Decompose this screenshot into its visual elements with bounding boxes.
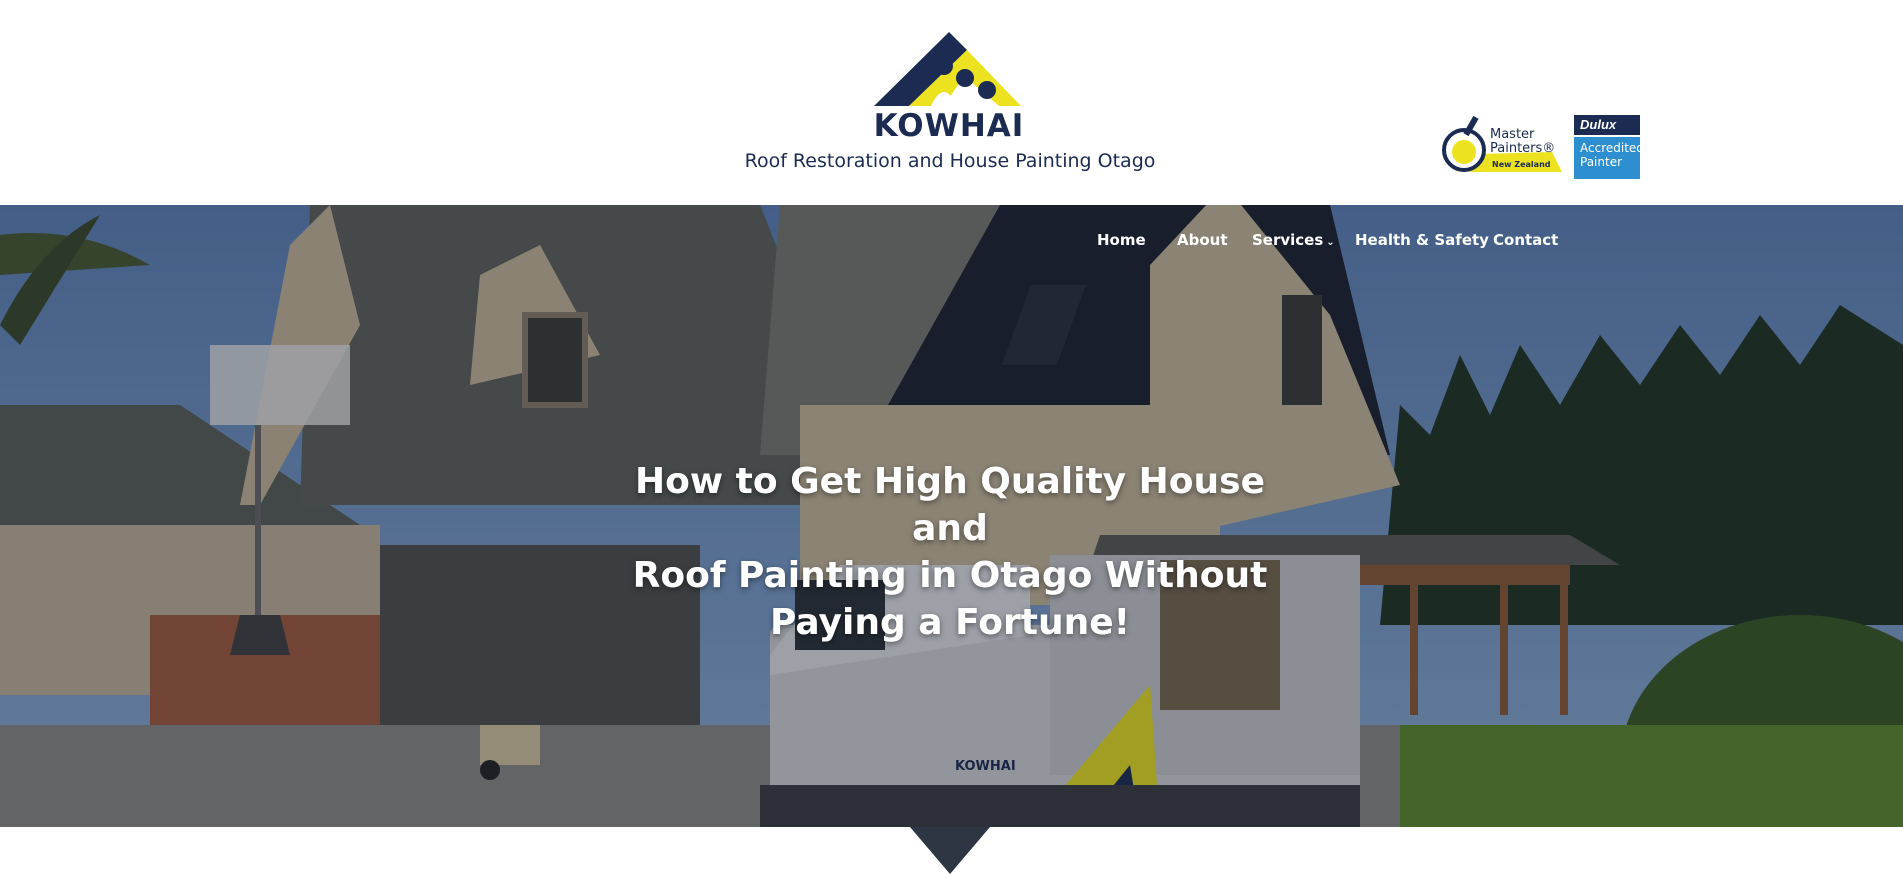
dulux-line2: Painter [1580, 155, 1623, 169]
headline-line-1: How to Get High Quality House and [635, 461, 1265, 549]
brand-name: KOWHAI [873, 108, 1025, 144]
site-header: KOWHAI Roof Restoration and House Painti… [0, 0, 1903, 205]
nav-about[interactable]: About [1177, 231, 1228, 249]
hero-down-pointer [910, 827, 990, 874]
mp-line1: Master [1490, 127, 1535, 142]
nav-health-safety[interactable]: Health & Safety [1355, 231, 1489, 249]
headline-line-2: Roof Painting in Otago Without [632, 555, 1268, 596]
accreditation-badges: Master Painters® New Zealand Dulux Accre… [1440, 112, 1665, 180]
nav-services[interactable]: Services ⌄ [1252, 231, 1335, 249]
dulux-brand: Dulux [1574, 115, 1640, 135]
dulux-line1: Accredited [1580, 141, 1644, 155]
master-painters-badge[interactable]: Master Painters® New Zealand [1440, 114, 1565, 178]
dulux-accredited-badge[interactable]: Dulux Accredited Painter [1574, 115, 1644, 179]
headline-line-3: Paying a Fortune! [769, 602, 1131, 643]
dulux-accredited-text: Accredited Painter [1574, 137, 1644, 179]
hero-headline: How to Get High Quality House and Roof P… [605, 458, 1295, 646]
mp-line2: Painters® [1490, 141, 1556, 156]
site-tagline: Roof Restoration and House Painting Otag… [744, 150, 1156, 172]
kowhai-logo[interactable]: KOWHAI [869, 28, 1029, 144]
kowhai-roof-icon [874, 32, 1021, 106]
chevron-down-icon: ⌄ [1326, 237, 1335, 248]
mp-line3: New Zealand [1492, 160, 1551, 169]
nav-services-label: Services [1252, 231, 1324, 249]
master-painters-text: Master Painters® [1490, 128, 1555, 156]
nav-contact[interactable]: Contact [1493, 231, 1558, 249]
nav-home[interactable]: Home [1097, 231, 1146, 249]
hero-banner: KOWHAI Home About Services ⌄ Health & Saf… [0, 205, 1903, 827]
